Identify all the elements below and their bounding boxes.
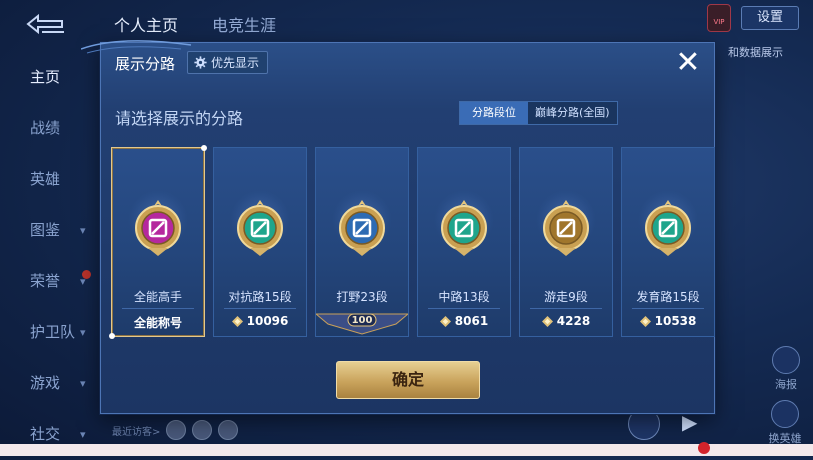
- card-divider: [632, 308, 704, 309]
- chevron-down-icon: ▾: [80, 224, 86, 237]
- close-icon[interactable]: ✕: [673, 48, 703, 79]
- sidebar-item-label: 主页: [30, 68, 61, 86]
- chevron-down-icon: ▾: [80, 275, 86, 288]
- confirm-button[interactable]: 确定: [336, 361, 480, 399]
- sidebar-item-label: 战绩: [30, 119, 61, 137]
- settings-button[interactable]: 设置: [741, 6, 799, 30]
- tab-esports-career[interactable]: 电竞生涯: [212, 12, 276, 36]
- sidebar-item-home[interactable]: 主页: [0, 52, 100, 103]
- card-divider: [530, 308, 602, 309]
- bg-display-text: 和数据展示: [728, 46, 783, 59]
- lane-card-name: 打野23段: [336, 290, 388, 304]
- avatar[interactable]: [192, 420, 213, 440]
- priority-display-button[interactable]: 优先显示: [187, 51, 269, 74]
- gear-icon: [194, 56, 207, 69]
- lane-card-roam[interactable]: 游走9段 4228: [519, 147, 613, 337]
- card-divider: [224, 308, 296, 309]
- lane-card-name: 对抗路15段: [228, 290, 292, 304]
- card-score: 4228: [520, 314, 612, 328]
- poster-button[interactable]: 海报: [771, 346, 801, 392]
- diamond-icon: [541, 315, 553, 327]
- lane-card-jungle[interactable]: 打野23段 100: [315, 147, 409, 337]
- poster-label: 海报: [775, 378, 797, 391]
- card-foot-text: 4228: [556, 314, 591, 328]
- rank-emblem-icon: [645, 200, 691, 256]
- card-foot-text: 8061: [454, 314, 489, 328]
- notification-dot: [698, 442, 710, 454]
- card-title-label: 全能称号: [112, 314, 204, 331]
- diamond-icon: [231, 315, 243, 327]
- tab-profile[interactable]: 个人主页: [114, 12, 178, 36]
- vip-badge[interactable]: VIP: [707, 4, 731, 32]
- sidebar-item-record[interactable]: 战绩: [0, 103, 100, 154]
- swap-hero-button[interactable]: 换英雄: [765, 400, 805, 446]
- sidebar-item-label: 英雄: [30, 170, 61, 188]
- rank-emblem-icon: [441, 200, 487, 256]
- lane-card-farm[interactable]: 发育路15段 10538: [621, 147, 715, 337]
- sidebar-item-label: 社交: [30, 425, 61, 443]
- card-divider: [428, 308, 500, 309]
- rank-emblem-icon: [135, 200, 181, 256]
- lane-card-name: 游走9段: [544, 290, 588, 304]
- sidebar-item-label: 护卫队: [30, 323, 76, 341]
- bottom-bar: [0, 444, 813, 456]
- sidebar-item-collection[interactable]: 图鉴 ▾: [0, 205, 100, 256]
- recent-visitors-label: 最近访客>: [112, 426, 161, 438]
- diamond-icon: [439, 315, 451, 327]
- rank-ribbon-value: 100: [351, 315, 373, 326]
- diamond-icon: [639, 315, 651, 327]
- card-divider: [122, 308, 194, 309]
- card-score: 8061: [418, 314, 510, 328]
- rank-emblem-icon: [339, 200, 385, 256]
- top-right-area: VIP 设置: [707, 4, 799, 32]
- card-foot-text: 全能称号: [133, 316, 182, 330]
- lane-card-mid[interactable]: 中路13段 8061: [417, 147, 511, 337]
- mode-toggle: 分路段位 巅峰分路(全国): [459, 101, 618, 125]
- avatar[interactable]: [218, 420, 239, 440]
- top-tabs: 个人主页 电竞生涯: [114, 12, 276, 36]
- poster-icon: [772, 346, 800, 374]
- selection-corner: [201, 145, 207, 151]
- rank-emblem-icon: [237, 200, 283, 256]
- chevron-down-icon: ▾: [80, 326, 86, 339]
- lane-cards: 全能高手 全能称号 对抗路15段 10096 打野23段 100 中路13段 8061 游走9段…: [109, 145, 715, 339]
- swap-hero-icon: [771, 400, 799, 428]
- priority-display-label: 优先显示: [211, 56, 260, 70]
- card-foot-text: 10538: [654, 314, 697, 328]
- sidebar-item-label: 游戏: [30, 374, 61, 392]
- lane-display-modal: 展示分路 优先显示 ✕ 请选择展示的分路 分路段位 巅峰分路(全国) 全能高手全…: [81, 40, 715, 414]
- tab-lane-rank[interactable]: 分路段位: [460, 102, 528, 124]
- modal-title: 展示分路: [115, 55, 176, 73]
- lane-card-all-round[interactable]: 全能高手 全能称号: [109, 145, 207, 339]
- lane-card-clash[interactable]: 对抗路15段 10096: [213, 147, 307, 337]
- lane-card-name: 发育路15段: [636, 290, 700, 304]
- lane-card-name: 中路13段: [438, 290, 490, 304]
- avatar[interactable]: [166, 420, 187, 440]
- card-score: 10538: [622, 314, 714, 328]
- sidebar: 主页 战绩 英雄 图鉴 ▾ 荣誉 ▾ 护卫队 ▾ 游戏 ▾ 社交 ▾: [0, 52, 100, 460]
- lane-card-name: 全能高手: [133, 290, 182, 304]
- sidebar-item-heroes[interactable]: 英雄: [0, 154, 100, 205]
- sidebar-item-honor[interactable]: 荣誉 ▾: [0, 256, 100, 307]
- back-arrow-icon[interactable]: [22, 8, 70, 40]
- sidebar-item-label: 图鉴: [30, 221, 61, 239]
- card-foot-text: 10096: [246, 314, 289, 328]
- rank-emblem-icon: [543, 200, 589, 256]
- chevron-down-icon: ▾: [80, 377, 86, 390]
- sidebar-item-guard[interactable]: 护卫队 ▾: [0, 307, 100, 358]
- recent-visitors[interactable]: 最近访客>: [112, 420, 239, 440]
- sidebar-item-label: 荣誉: [30, 272, 61, 290]
- card-score: 10096: [214, 314, 306, 328]
- tab-peak-lane[interactable]: 巅峰分路(全国): [528, 102, 617, 124]
- selection-corner: [109, 333, 115, 339]
- modal-subtitle: 请选择展示的分路: [115, 109, 244, 128]
- sidebar-item-game[interactable]: 游戏 ▾: [0, 358, 100, 409]
